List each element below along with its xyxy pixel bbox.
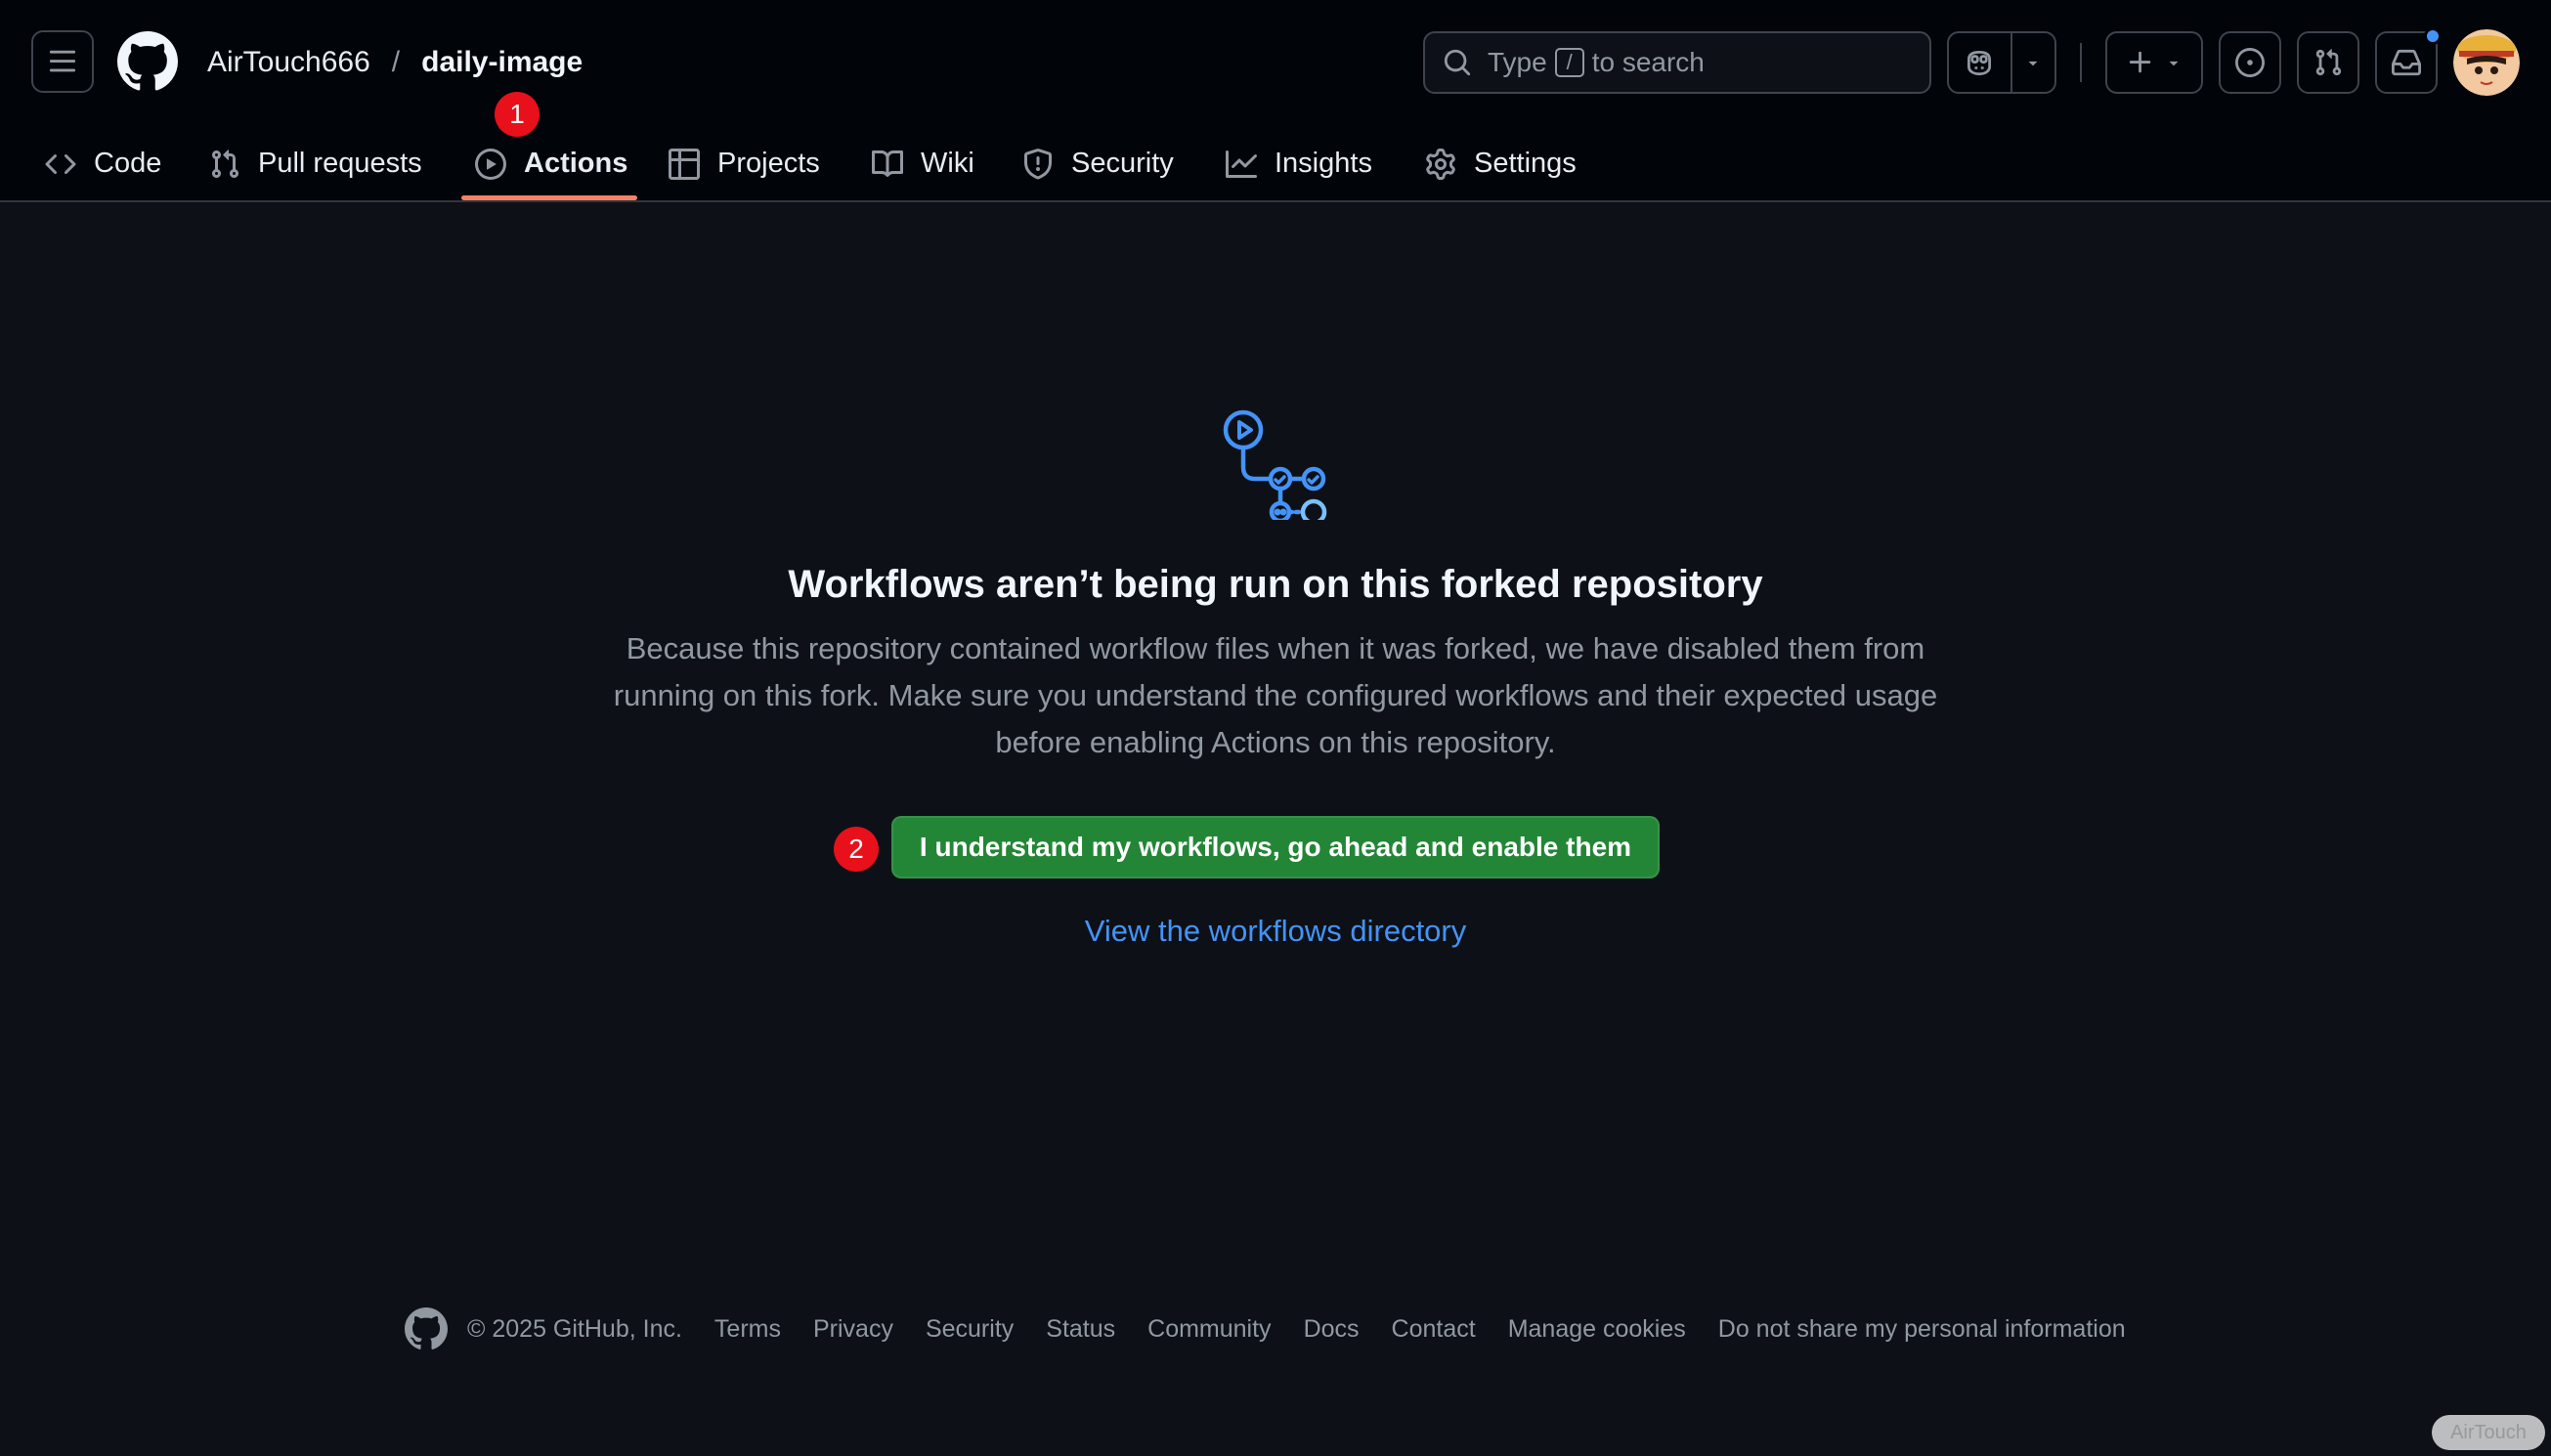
code-icon xyxy=(45,153,76,174)
issues-button[interactable] xyxy=(2219,31,2281,94)
breadcrumb-separator: / xyxy=(391,46,401,78)
global-header: AirTouch666 / daily-image Type / to sear… xyxy=(0,0,2551,202)
repo-link[interactable]: daily-image xyxy=(421,46,583,79)
annotation-marker: 1 xyxy=(495,92,540,137)
search-placeholder-before: Type xyxy=(1488,47,1547,77)
footer-link-do-not-share[interactable]: Do not share my personal information xyxy=(1718,1315,2126,1344)
breadcrumb: AirTouch666 / daily-image xyxy=(207,39,583,86)
annotation-marker: 2 xyxy=(834,827,879,872)
tab-label: Code xyxy=(94,148,162,179)
book-icon xyxy=(872,150,903,177)
copilot-button[interactable] xyxy=(1949,33,2012,92)
footer: © 2025 GitHub, Inc. Terms Privacy Securi… xyxy=(405,1306,2126,1352)
git-pull-request-icon xyxy=(211,149,239,178)
table-icon xyxy=(669,148,700,180)
tab-label: Insights xyxy=(1275,148,1372,179)
search-input[interactable]: Type / to search xyxy=(1423,31,1931,94)
header-divider xyxy=(2080,43,2082,82)
search-icon xyxy=(1444,49,1471,76)
view-workflows-link-text[interactable]: View the workflows directory xyxy=(1085,914,1467,948)
tab-settings[interactable]: Settings xyxy=(1425,125,1577,202)
owner-link[interactable]: AirTouch666 xyxy=(207,46,370,79)
description-text: Because this repository contained workfl… xyxy=(613,631,1938,759)
notification-dot xyxy=(2424,27,2442,45)
tab-label: Wiki xyxy=(921,148,974,179)
create-new-button[interactable] xyxy=(2105,31,2203,94)
top-bar: AirTouch666 / daily-image Type / to sear… xyxy=(0,0,2551,125)
tab-wiki[interactable]: Wiki xyxy=(872,125,974,202)
footer-link-community[interactable]: Community xyxy=(1147,1315,1271,1344)
triangle-down-icon xyxy=(2169,61,2179,66)
page-title: Workflows aren’t being run on this forke… xyxy=(788,563,1763,606)
footer-link-terms[interactable]: Terms xyxy=(714,1315,781,1344)
tab-pull-requests[interactable]: Pull requests xyxy=(209,125,422,202)
avatar[interactable] xyxy=(2453,29,2520,96)
tab-label: Security xyxy=(1071,148,1174,179)
hamburger-icon xyxy=(49,50,76,72)
page: AirTouch666 / daily-image Type / to sear… xyxy=(0,0,2551,1456)
footer-link-manage-cookies[interactable]: Manage cookies xyxy=(1508,1315,1686,1344)
active-tab-indicator xyxy=(461,195,637,200)
plus-icon xyxy=(2129,51,2151,73)
tab-projects[interactable]: Projects xyxy=(669,125,820,202)
search-shortcut-key: / xyxy=(1554,48,1584,77)
enable-workflows-button[interactable]: I understand my workflows, go ahead and … xyxy=(891,816,1660,878)
gear-icon xyxy=(1426,148,1455,180)
play-icon xyxy=(475,148,506,180)
repo-tabs: Code Pull requests Actions Projects Wiki… xyxy=(0,125,2551,202)
footer-link-privacy[interactable]: Privacy xyxy=(813,1315,893,1344)
github-logo-icon[interactable] xyxy=(405,1307,448,1350)
avatar-image xyxy=(2453,29,2520,96)
tab-security[interactable]: Security xyxy=(1022,125,1174,202)
footer-link-contact[interactable]: Contact xyxy=(1392,1315,1476,1344)
tab-actions[interactable]: Actions xyxy=(475,125,627,202)
tab-label: Settings xyxy=(1474,148,1577,179)
footer-copyright: © 2025 GitHub, Inc. xyxy=(467,1314,682,1343)
github-logo-icon[interactable] xyxy=(117,31,178,92)
tab-insights[interactable]: Insights xyxy=(1226,125,1372,202)
tab-label: Projects xyxy=(717,148,820,179)
copilot-icon xyxy=(1967,50,1992,76)
footer-link-docs[interactable]: Docs xyxy=(1304,1315,1360,1344)
footer-link-security[interactable]: Security xyxy=(926,1315,1014,1344)
triangle-down-icon xyxy=(2029,61,2038,66)
pull-requests-button[interactable] xyxy=(2297,31,2359,94)
search-placeholder-after: to search xyxy=(1591,47,1705,77)
tab-label: Pull requests xyxy=(258,148,422,179)
git-pull-request-icon xyxy=(2315,49,2342,76)
issue-opened-icon xyxy=(2235,48,2265,77)
shield-icon xyxy=(1024,148,1052,179)
copilot-button-group xyxy=(1947,31,2056,94)
graph-icon xyxy=(1226,150,1257,178)
workflow-icon xyxy=(1223,409,1327,520)
copilot-dropdown[interactable] xyxy=(2012,33,2054,92)
watermark: AirTouch xyxy=(2432,1415,2545,1450)
tab-label: Actions xyxy=(524,148,628,179)
tab-code[interactable]: Code xyxy=(45,125,161,202)
view-workflows-link: View the workflows directory xyxy=(0,914,2551,949)
footer-link-status[interactable]: Status xyxy=(1046,1315,1115,1344)
inbox-icon xyxy=(2392,49,2421,76)
menu-button[interactable] xyxy=(31,30,94,93)
